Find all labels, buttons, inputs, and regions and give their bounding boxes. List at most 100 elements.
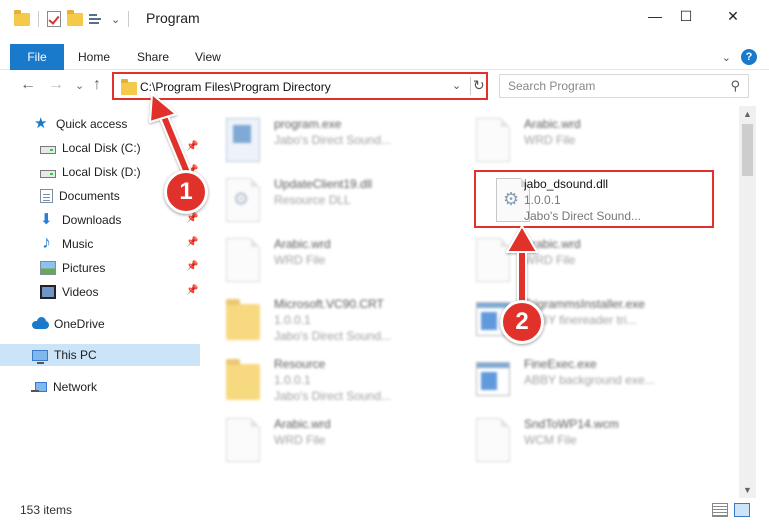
recent-locations-button[interactable]: ⌄ xyxy=(75,79,84,92)
onedrive-icon xyxy=(32,317,49,331)
file-item[interactable]: Microsoft.VC90.CRT 1.0.0.1 Jabo's Direct… xyxy=(206,290,442,346)
sidebar-item-documents[interactable]: Documents 📌 xyxy=(0,185,200,207)
file-detail: WRD File xyxy=(274,253,326,267)
pin-icon: 📌 xyxy=(186,237,199,248)
file-item[interactable]: FineExec.exe ABBY background exe... xyxy=(456,350,692,406)
sidebar-item-label: Documents xyxy=(59,189,120,203)
folder-icon xyxy=(226,359,260,400)
file-detail: WRD File xyxy=(524,253,576,267)
toolbar-divider xyxy=(128,11,130,27)
details-view-icon[interactable] xyxy=(712,503,728,517)
scroll-down-icon[interactable]: ▼ xyxy=(743,485,752,495)
file-detail: Resource DLL xyxy=(274,193,351,207)
exe-file-icon xyxy=(226,118,260,162)
search-box[interactable]: ⚲ xyxy=(499,74,749,98)
file-item[interactable]: program.exe Jabo's Direct Sound... xyxy=(206,110,442,166)
pictures-icon xyxy=(40,261,56,275)
file-name: Arabic.wrd xyxy=(274,237,331,251)
navigation-pane: Quick access Local Disk (C:) 📌 Local Dis… xyxy=(0,106,206,498)
tiles-view-icon[interactable] xyxy=(734,503,750,517)
sidebar-item-label: Downloads xyxy=(62,213,122,227)
file-item[interactable]: Arabic.wrd WRD File xyxy=(456,230,692,286)
sidebar-item-label: This PC xyxy=(54,348,97,362)
folder-icon xyxy=(14,9,30,26)
sidebar-item-quick-access[interactable]: Quick access xyxy=(0,113,200,135)
new-folder-icon[interactable] xyxy=(67,9,83,26)
file-name: Arabic.wrd xyxy=(524,237,581,251)
sidebar-item-network[interactable]: Network xyxy=(0,376,200,398)
app-icon xyxy=(476,362,510,396)
toolbar-divider xyxy=(38,11,39,27)
address-divider xyxy=(470,77,471,95)
file-item[interactable]: Arabic.wrd WRD File xyxy=(456,110,692,166)
address-path[interactable]: C:\Program Files\Program Directory xyxy=(140,80,331,94)
file-description: Jabo's Direct Sound... xyxy=(274,329,392,343)
highlight-box xyxy=(474,170,714,228)
sidebar-item-label: Music xyxy=(62,237,94,251)
back-button[interactable]: ← xyxy=(20,76,36,94)
up-button[interactable]: ↑ xyxy=(93,76,101,94)
sidebar-item-videos[interactable]: Videos 📌 xyxy=(0,281,200,303)
file-detail: ABBY background exe... xyxy=(524,373,655,387)
close-button[interactable]: ✕ xyxy=(710,0,756,32)
help-icon[interactable]: ? xyxy=(741,49,757,65)
tab-share[interactable]: Share xyxy=(137,50,169,64)
tab-file[interactable]: File xyxy=(10,44,64,70)
sidebar-item-local-disk-d[interactable]: Local Disk (D:) 📌 xyxy=(0,161,200,183)
vertical-scrollbar[interactable]: ▲ ▼ xyxy=(739,106,756,498)
file-detail: WCM File xyxy=(524,433,577,447)
sidebar-item-label: OneDrive xyxy=(54,317,105,331)
sidebar-item-music[interactable]: Music 📌 xyxy=(0,232,200,255)
sidebar-item-pictures[interactable]: Pictures 📌 xyxy=(0,257,200,279)
sidebar-item-onedrive[interactable]: OneDrive xyxy=(0,313,200,335)
search-input[interactable] xyxy=(508,76,718,96)
music-icon xyxy=(40,232,56,253)
status-bar: 153 items xyxy=(0,500,769,522)
sidebar-item-downloads[interactable]: Downloads 📌 xyxy=(0,209,200,231)
properties-checkmark-icon[interactable] xyxy=(47,11,61,27)
window-title: Program xyxy=(146,10,200,26)
sidebar-item-label: Pictures xyxy=(62,261,106,275)
customize-toolbar-icon[interactable] xyxy=(89,12,105,26)
maximize-button[interactable]: ☐ xyxy=(663,0,709,32)
tab-home[interactable]: Home xyxy=(78,50,110,64)
pin-icon: 📌 xyxy=(186,261,199,272)
toolbar-dropdown-icon[interactable]: ⌄ xyxy=(111,13,120,26)
scroll-up-icon[interactable]: ▲ xyxy=(743,109,752,119)
drive-icon xyxy=(40,146,56,154)
downloads-icon xyxy=(40,210,56,228)
sidebar-item-local-disk-c[interactable]: Local Disk (C:) 📌 xyxy=(0,137,200,159)
forward-button[interactable]: → xyxy=(48,76,64,94)
file-item[interactable]: Resource 1.0.0.1 Jabo's Direct Sound... xyxy=(206,350,442,406)
file-version: 1.0.0.1 xyxy=(274,373,311,387)
network-icon xyxy=(31,382,47,392)
sidebar-item-label: Local Disk (D:) xyxy=(62,165,141,179)
app-icon xyxy=(476,302,510,336)
file-detail: ABBY finereader tri... xyxy=(524,313,637,327)
expand-ribbon-icon[interactable]: ⌄ xyxy=(722,51,731,64)
blank-file-icon xyxy=(476,238,510,282)
scroll-thumb[interactable] xyxy=(742,124,753,176)
file-name: program.exe xyxy=(274,117,342,131)
search-icon[interactable]: ⚲ xyxy=(730,78,740,94)
file-item[interactable]: Arabic.wrd WRD File xyxy=(206,410,442,466)
blank-file-icon xyxy=(226,418,260,462)
computer-icon xyxy=(32,349,48,364)
ribbon-tabs: File Home Share View ⌄ ? xyxy=(0,44,769,70)
file-item[interactable]: Arabic.wrd WRD File xyxy=(206,230,442,286)
sidebar-item-label: Videos xyxy=(62,285,99,299)
sidebar-item-label: Local Disk (C:) xyxy=(62,141,141,155)
address-dropdown-icon[interactable]: ⌄ xyxy=(452,79,461,92)
address-bar[interactable]: C:\Program Files\Program Directory ⌄ ↻ xyxy=(112,72,488,100)
file-name: Arabic.wrd xyxy=(524,117,581,131)
item-count: 153 items xyxy=(20,503,73,517)
sidebar-item-this-pc[interactable]: This PC xyxy=(0,344,200,366)
videos-icon xyxy=(40,285,56,299)
tab-view[interactable]: View xyxy=(195,50,221,64)
file-item[interactable]: SndToWP14.wcm WCM File xyxy=(456,410,692,466)
file-item[interactable]: UpdateClient19.dll Resource DLL xyxy=(206,170,442,226)
file-item[interactable]: TrigrammsInstaller.exe ABBY finereader t… xyxy=(456,290,692,346)
file-name: Resource xyxy=(274,357,326,371)
file-description: Jabo's Direct Sound... xyxy=(274,133,392,147)
refresh-icon[interactable]: ↻ xyxy=(473,77,485,94)
